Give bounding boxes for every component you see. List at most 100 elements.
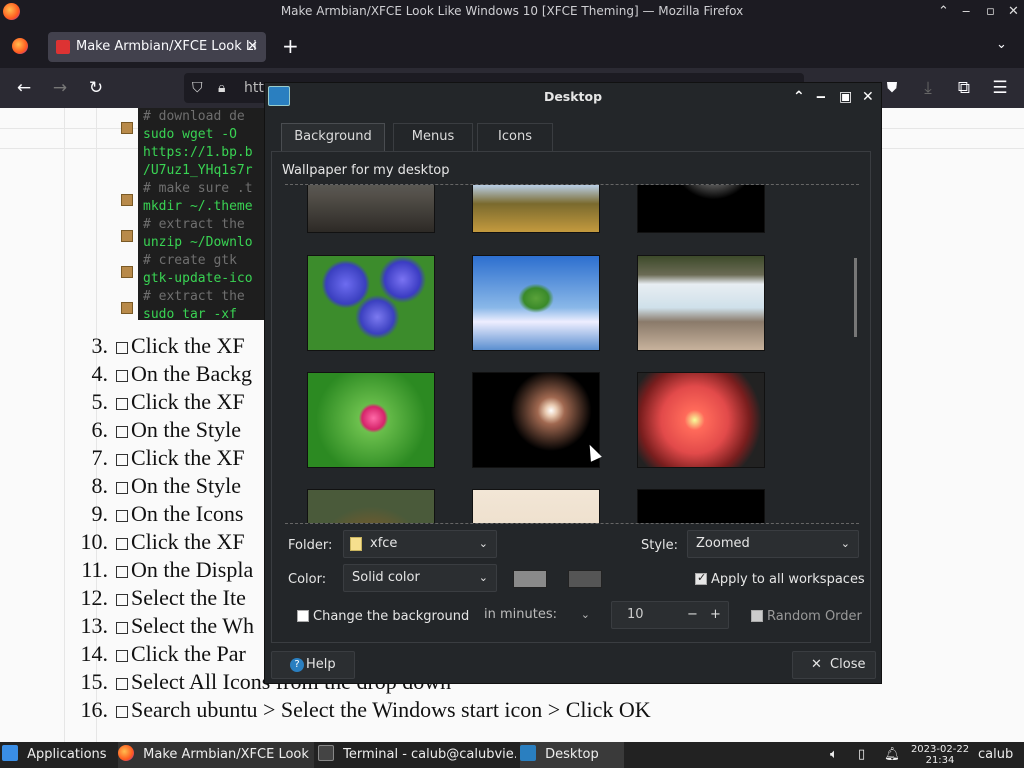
forward-icon[interactable]: → [48,76,72,100]
page-favicon [56,40,70,54]
shield-icon[interactable]: ⛉ [192,73,203,103]
change-background-checkbox[interactable] [297,610,309,622]
taskbar-item-firefox[interactable]: Make Armbian/XFCE Look ... [118,742,314,768]
volume-muted-icon[interactable]: 🔈︎ [830,742,848,768]
step-number: 3. [91,333,109,358]
maximize-icon[interactable]: ▣ [839,87,852,107]
pocket-icon[interactable]: ⛊ [880,76,904,100]
battery-icon[interactable]: ▯ [858,742,872,768]
menu-icon[interactable]: ☰ [988,76,1012,100]
applications-menu[interactable]: Applications [2,742,112,768]
close-button[interactable]: ✕ Close [792,651,876,679]
step-checkbox[interactable] [116,622,128,634]
style-select[interactable]: Zoomed ⌄ [687,530,859,558]
chevron-up-icon[interactable]: ⌃ [938,0,949,23]
wallpaper-thumbnail[interactable] [472,489,600,523]
wallpaper-thumbnail[interactable] [637,185,765,233]
close-icon[interactable]: ✕ [1008,0,1019,23]
step-checkbox[interactable] [116,398,128,410]
firefox-icon [3,3,20,20]
user-menu[interactable]: calub [978,742,1022,768]
step-number: 12. [80,585,109,610]
help-button[interactable]: ? Help [271,651,355,679]
plus-icon[interactable]: + [710,602,721,628]
step-checkbox[interactable] [116,510,128,522]
wallpaper-thumbnail[interactable] [307,372,435,468]
desktop-settings-dialog: Desktop ⌃ ‒ ▣ ✕ Background Menus Icons W… [264,82,882,684]
clock-date: 2023-02-22 [910,744,970,755]
desktop-icon [268,86,290,106]
apply-all-checkbox[interactable] [695,571,707,585]
back-icon[interactable]: ← [12,76,36,100]
step-text: On the Style [131,473,241,498]
step-checkbox[interactable] [116,594,128,606]
chevron-down-icon: ⌄ [478,571,488,584]
step-number: 5. [91,389,109,414]
close-icon[interactable]: ✕ [862,87,874,107]
wallpaper-thumbnail[interactable] [307,185,435,233]
step-number: 7. [91,445,109,470]
step-checkbox[interactable] [116,370,128,382]
step-number: 4. [91,361,109,386]
firefox-view-icon[interactable] [12,38,28,54]
close-icon: ✕ [811,657,822,672]
window-title: Make Armbian/XFCE Look Like Windows 10 [… [280,4,744,18]
apply-all-label[interactable]: Apply to all workspaces [711,572,865,587]
downloads-icon[interactable]: ⤓ [916,76,940,100]
step-number: 10. [80,529,109,554]
list-bullet-icon [121,194,133,206]
minimize-icon[interactable]: ‒ [816,87,826,107]
clock[interactable]: 2023-02-22 21:34 [908,742,972,768]
wallpaper-thumbnail[interactable] [637,255,765,351]
minimize-icon[interactable]: ‒ [962,0,970,23]
interval-unit-select[interactable]: in minutes: ⌄ [475,601,599,629]
color-select[interactable]: Solid color ⌄ [343,564,497,592]
taskbar-item-terminal[interactable]: Terminal - calub@calubvie... [318,742,516,768]
step-checkbox[interactable] [116,426,128,438]
random-order-checkbox[interactable] [751,610,763,622]
step-checkbox[interactable] [116,342,128,354]
close-tab-icon[interactable]: ✕ [247,32,258,62]
tab-icons[interactable]: Icons [477,123,553,151]
step-text: On the Backg [131,361,252,386]
wallpaper-thumbnail[interactable] [307,255,435,351]
maximize-icon[interactable]: ▫ [986,0,995,23]
step-checkbox[interactable] [116,706,128,718]
step-checkbox[interactable] [116,482,128,494]
url-text: htt [244,80,264,96]
wallpaper-thumbnail[interactable] [307,489,435,523]
secondary-color-swatch[interactable] [568,570,602,588]
reload-icon[interactable]: ↻ [84,76,108,100]
primary-color-swatch[interactable] [513,570,547,588]
extensions-icon[interactable]: ⧉ [952,76,976,100]
wallpaper-gallery[interactable] [285,184,859,524]
new-tab-button[interactable]: + [282,34,299,58]
tab-background[interactable]: Background [281,123,385,151]
wallpaper-thumbnail[interactable] [472,372,600,468]
step-checkbox[interactable] [116,678,128,690]
step-text: On the Displa [131,557,254,582]
step-checkbox[interactable] [116,454,128,466]
wallpaper-thumbnail[interactable] [637,372,765,468]
wallpaper-thumbnail[interactable] [472,255,600,351]
lock-icon[interactable]: 🔒︎ [218,73,225,103]
step-number: 9. [91,501,109,526]
taskbar-item-desktop[interactable]: Desktop [520,742,624,768]
change-background-label[interactable]: Change the background [313,609,469,624]
wallpaper-thumbnail[interactable] [637,489,765,523]
browser-tab[interactable]: Make Armbian/XFCE Look Li ✕ [48,32,266,62]
minus-icon[interactable]: − [687,602,698,628]
folder-select[interactable]: xfce ⌄ [343,530,497,558]
wallpaper-thumbnail[interactable] [472,185,600,233]
step-number: 11. [81,557,108,582]
step-checkbox[interactable] [116,538,128,550]
chevron-down-icon[interactable]: ⌄ [996,37,1007,52]
notification-bell-icon[interactable]: 🔔︎ [884,742,898,768]
step-checkbox[interactable] [116,650,128,662]
interval-spinbox[interactable]: 10 − + [611,601,729,629]
tab-menus[interactable]: Menus [393,123,473,151]
chevron-up-icon[interactable]: ⌃ [793,87,805,107]
dialog-title: Desktop [543,89,603,104]
gallery-scrollbar[interactable] [854,258,857,337]
step-checkbox[interactable] [116,566,128,578]
